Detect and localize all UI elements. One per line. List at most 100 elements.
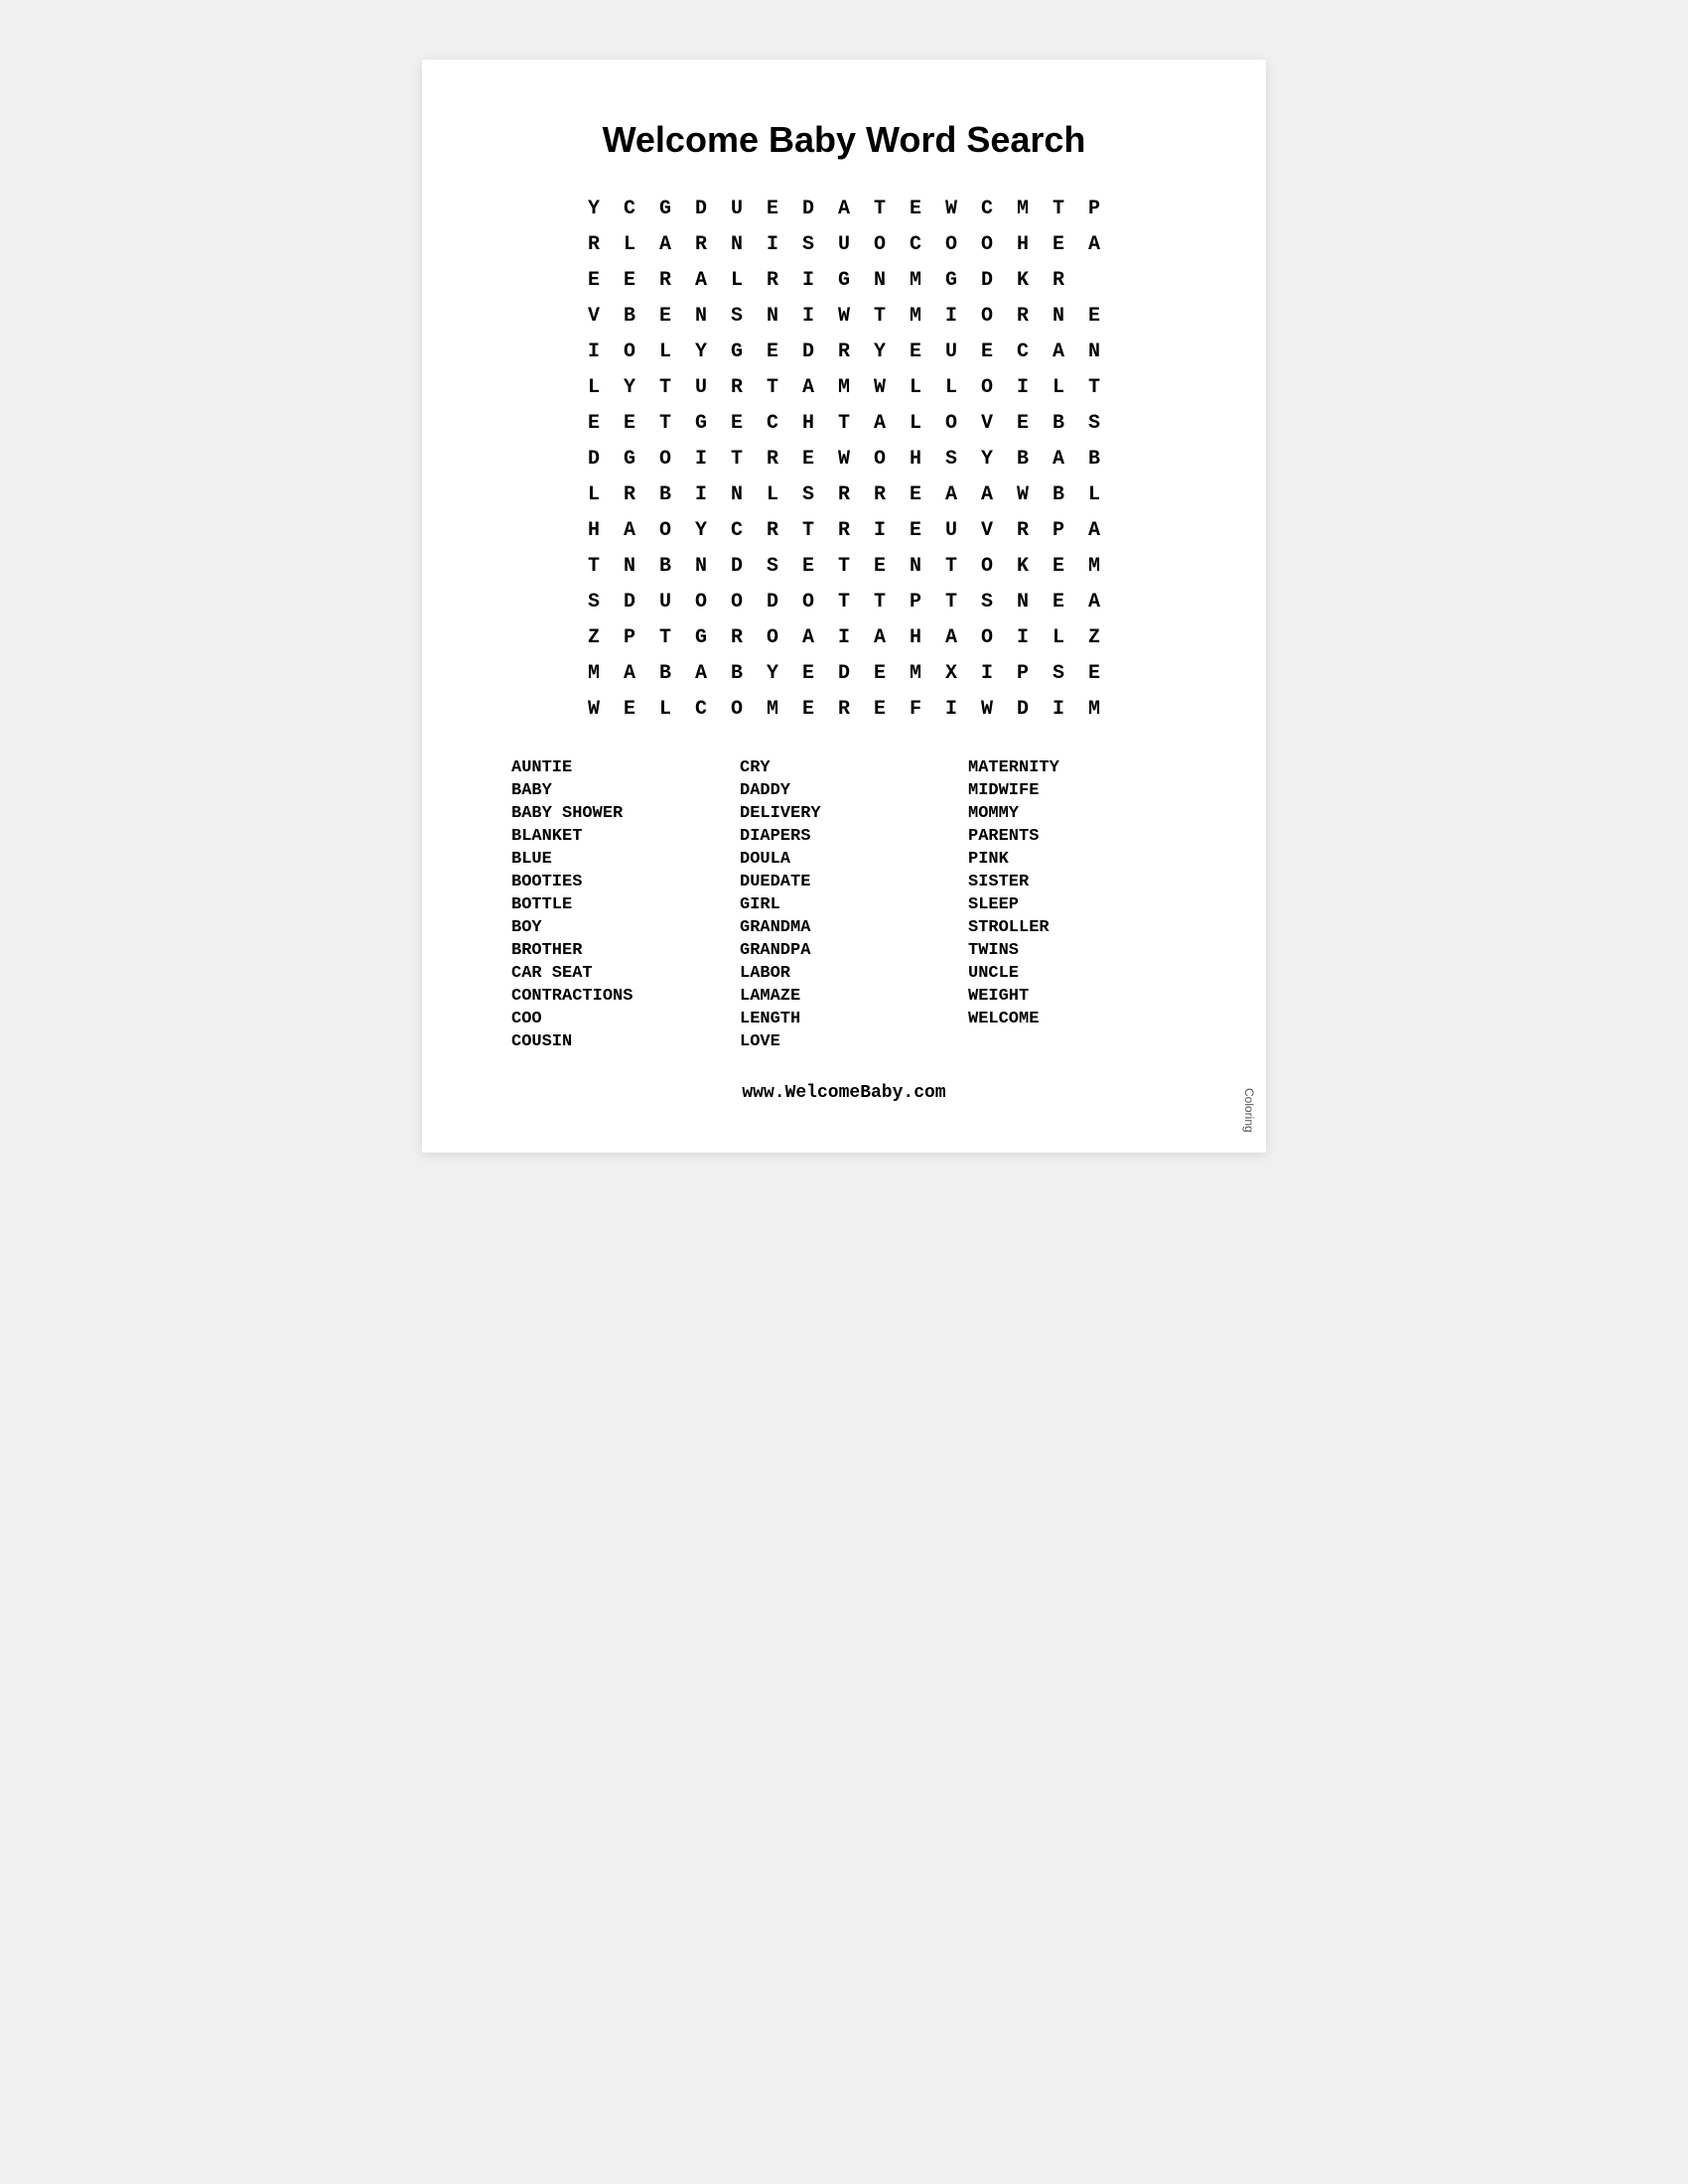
grid-cell-10-13: E [1041, 548, 1076, 584]
grid-cell-2-8: N [862, 262, 898, 298]
grid-cell-9-6: T [790, 512, 826, 548]
grid-cell-3-5: N [755, 298, 790, 334]
grid-cell-4-3: Y [683, 334, 719, 369]
grid-cell-6-6: H [790, 405, 826, 441]
grid-cell-0-1: C [612, 191, 647, 226]
grid-cell-14-1: E [612, 691, 647, 727]
grid-cell-0-2: G [647, 191, 683, 226]
grid-cell-2-7: G [826, 262, 862, 298]
grid-cell-7-3: I [683, 441, 719, 477]
grid-cell-2-0: E [576, 262, 612, 298]
grid-cell-13-2: B [647, 655, 683, 691]
grid-cell-6-9: L [898, 405, 933, 441]
grid-cell-5-8: W [862, 369, 898, 405]
word-item: BOY [511, 916, 720, 939]
grid-cell-9-14: A [1076, 512, 1112, 548]
grid-cell-13-14: E [1076, 655, 1112, 691]
grid-cell-8-10: A [933, 477, 969, 512]
grid-cell-3-4: S [719, 298, 755, 334]
word-column-2: CRYDADDYDELIVERYDIAPERSDOULADUEDATEGIRLG… [740, 756, 948, 1053]
grid-cell-13-8: E [862, 655, 898, 691]
grid-cell-11-1: D [612, 584, 647, 619]
grid-cell-9-0: H [576, 512, 612, 548]
grid-cell-4-2: L [647, 334, 683, 369]
grid-cell-8-6: S [790, 477, 826, 512]
grid-cell-4-0: I [576, 334, 612, 369]
grid-cell-8-11: A [969, 477, 1005, 512]
grid-cell-5-4: R [719, 369, 755, 405]
grid-cell-14-11: W [969, 691, 1005, 727]
grid-cell-13-5: Y [755, 655, 790, 691]
grid-cell-14-2: L [647, 691, 683, 727]
grid-cell-13-4: B [719, 655, 755, 691]
grid-cell-2-11: D [969, 262, 1005, 298]
grid-cell-10-5: S [755, 548, 790, 584]
grid-cell-3-7: W [826, 298, 862, 334]
grid-cell-9-8: I [862, 512, 898, 548]
word-item: DIAPERS [740, 825, 948, 848]
grid-cell-11-7: T [826, 584, 862, 619]
grid-cell-12-9: H [898, 619, 933, 655]
grid-cell-13-9: M [898, 655, 933, 691]
word-item: GRANDMA [740, 916, 948, 939]
grid-cell-8-1: R [612, 477, 647, 512]
grid-cell-8-2: B [647, 477, 683, 512]
word-item: LOVE [740, 1030, 948, 1053]
grid-cell-2-1: E [612, 262, 647, 298]
grid-cell-0-3: D [683, 191, 719, 226]
word-item: TWINS [968, 939, 1177, 962]
grid-cell-12-14: Z [1076, 619, 1112, 655]
word-item: BLUE [511, 848, 720, 871]
grid-cell-7-14: B [1076, 441, 1112, 477]
grid-cell-11-9: P [898, 584, 933, 619]
grid-cell-12-2: T [647, 619, 683, 655]
grid-cell-14-8: E [862, 691, 898, 727]
grid-cell-10-14: M [1076, 548, 1112, 584]
grid-cell-11-11: S [969, 584, 1005, 619]
grid-cell-0-12: M [1005, 191, 1041, 226]
grid-cell-2-3: A [683, 262, 719, 298]
word-item: MATERNITY [968, 756, 1177, 779]
grid-cell-1-7: U [826, 226, 862, 262]
word-item: BOOTIES [511, 871, 720, 893]
grid-cell-12-4: R [719, 619, 755, 655]
grid-cell-12-1: P [612, 619, 647, 655]
grid-cell-14-10: I [933, 691, 969, 727]
grid-cell-14-13: I [1041, 691, 1076, 727]
word-search-grid-container: YCGDUEDATEWCMTPRLARNISUOCOOHEAEERALRIGNM… [501, 191, 1187, 727]
grid-cell-7-2: O [647, 441, 683, 477]
grid-cell-5-14: T [1076, 369, 1112, 405]
grid-cell-5-11: O [969, 369, 1005, 405]
grid-cell-11-5: D [755, 584, 790, 619]
grid-cell-2-10: G [933, 262, 969, 298]
grid-cell-3-13: N [1041, 298, 1076, 334]
word-column-3: MATERNITYMIDWIFEMOMMYPARENTSPINKSISTERSL… [968, 756, 1177, 1053]
grid-cell-3-11: O [969, 298, 1005, 334]
grid-cell-0-13: T [1041, 191, 1076, 226]
grid-cell-3-2: E [647, 298, 683, 334]
word-item: BROTHER [511, 939, 720, 962]
grid-cell-5-6: A [790, 369, 826, 405]
grid-cell-0-7: A [826, 191, 862, 226]
word-search-grid: YCGDUEDATEWCMTPRLARNISUOCOOHEAEERALRIGNM… [576, 191, 1112, 727]
grid-cell-1-11: O [969, 226, 1005, 262]
grid-cell-2-4: L [719, 262, 755, 298]
grid-cell-9-13: P [1041, 512, 1076, 548]
grid-cell-9-5: R [755, 512, 790, 548]
word-column-1: AUNTIEBABYBABY SHOWERBLANKETBLUEBOOTIESB… [511, 756, 720, 1053]
grid-cell-7-0: D [576, 441, 612, 477]
word-item: CRY [740, 756, 948, 779]
grid-cell-9-2: O [647, 512, 683, 548]
grid-cell-7-7: W [826, 441, 862, 477]
grid-cell-3-3: N [683, 298, 719, 334]
grid-cell-14-9: F [898, 691, 933, 727]
word-item: GRANDPA [740, 939, 948, 962]
grid-cell-9-7: R [826, 512, 862, 548]
word-item: MIDWIFE [968, 779, 1177, 802]
grid-cell-9-11: V [969, 512, 1005, 548]
word-item: LABOR [740, 962, 948, 985]
word-item: DOULA [740, 848, 948, 871]
grid-cell-10-2: B [647, 548, 683, 584]
grid-cell-5-7: M [826, 369, 862, 405]
grid-cell-9-4: C [719, 512, 755, 548]
